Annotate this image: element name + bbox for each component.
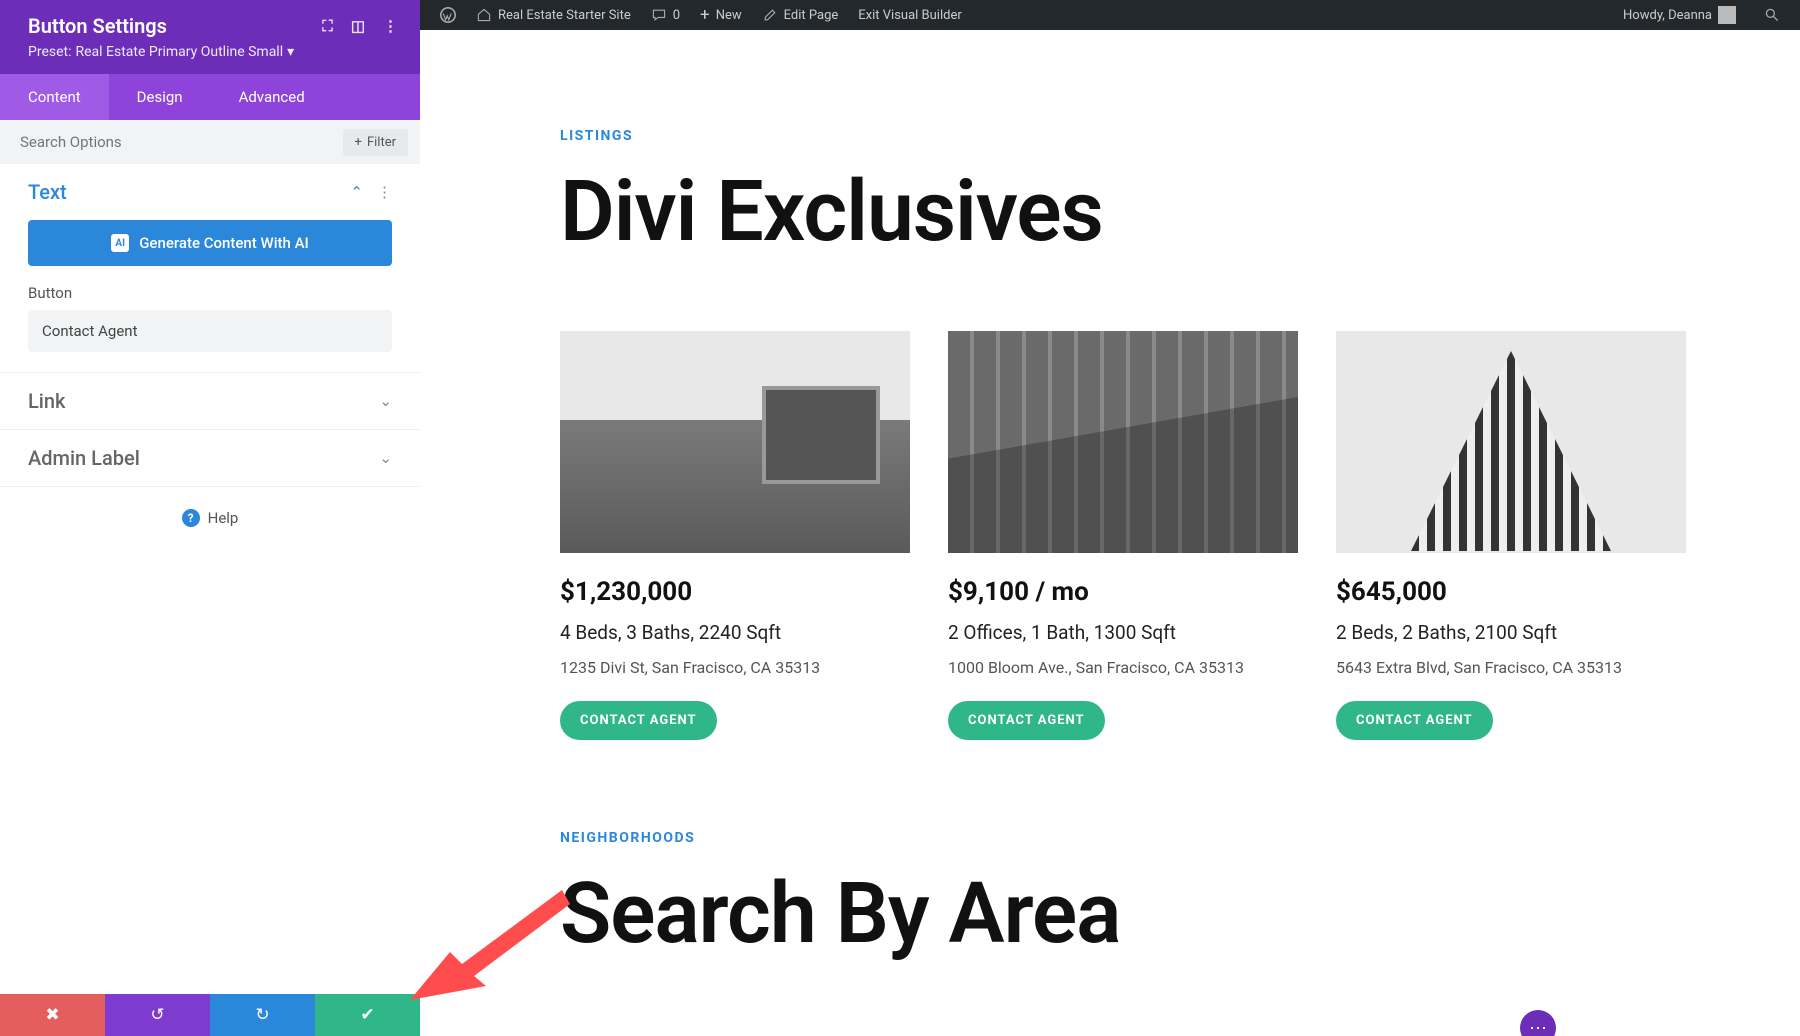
preset-name: Real Estate Primary Outline Small [76,44,284,60]
search-toggle[interactable] [1754,7,1790,23]
search-input[interactable] [12,133,343,151]
save-button[interactable]: ✔ [315,994,420,1036]
contact-agent-button[interactable]: CONTACT AGENT [1336,701,1493,740]
home-icon [476,7,492,23]
listing-card: $1,230,000 4 Beds, 3 Baths, 2240 Sqft 12… [560,331,910,740]
listings-eyebrow: LISTINGS [560,128,1800,144]
more-icon[interactable]: ⋮ [383,17,398,35]
exit-visual-builder[interactable]: Exit Visual Builder [848,8,971,23]
chevron-down-icon: ▾ [287,44,294,60]
site-link[interactable]: Real Estate Starter Site [466,7,641,23]
close-icon: ✖ [45,1005,59,1025]
howdy-text: Howdy, Deanna [1623,8,1712,23]
sidebar-footer: ✖ ↺ ↻ ✔ [0,994,420,1036]
edit-page[interactable]: Edit Page [752,7,849,23]
contact-agent-button[interactable]: CONTACT AGENT [560,701,717,740]
expand-icon[interactable]: ⛶ [322,17,333,35]
listing-address: 1000 Bloom Ave., San Fracisco, CA 35313 [948,658,1298,677]
tab-design[interactable]: Design [109,74,211,120]
listing-card: $9,100 / mo 2 Offices, 1 Bath, 1300 Sqft… [948,331,1298,740]
listing-image [948,331,1298,553]
listings-grid: $1,230,000 4 Beds, 3 Baths, 2240 Sqft 12… [560,331,1800,740]
redo-icon: ↻ [255,1005,269,1025]
comments-link[interactable]: 0 [641,7,690,23]
wordpress-icon [440,7,456,23]
filter-button[interactable]: + Filter [343,129,408,156]
new-content[interactable]: + New [690,5,752,25]
check-icon: ✔ [360,1005,374,1025]
wp-logo[interactable] [430,7,466,23]
layout-toggle-icon[interactable]: ◫ [351,17,365,35]
chevron-down-icon[interactable]: ⌄ [379,449,392,467]
listing-specs: 2 Offices, 1 Bath, 1300 Sqft [948,621,1298,644]
site-name: Real Estate Starter Site [498,8,631,23]
settings-sidebar: Button Settings ⛶ ◫ ⋮ Preset: Real Estat… [0,0,420,1036]
kebab-icon[interactable]: ⋮ [377,183,392,201]
sidebar-header: Button Settings ⛶ ◫ ⋮ Preset: Real Estat… [0,0,420,74]
listing-specs: 4 Beds, 3 Baths, 2240 Sqft [560,621,910,644]
avatar [1718,6,1736,24]
search-icon [1764,7,1780,23]
group-link-title: Link [28,389,65,413]
listings-heading: Divi Exclusives [560,162,1800,261]
listing-address: 1235 Divi St, San Fracisco, CA 35313 [560,658,910,677]
search-bar: + Filter [0,120,420,164]
help-label: Help [208,509,239,527]
wp-admin-bar: Real Estate Starter Site 0 + New Edit Pag… [420,0,1800,30]
listing-card: $645,000 2 Beds, 2 Baths, 2100 Sqft 5643… [1336,331,1686,740]
comment-icon [651,7,667,23]
plus-icon: + [700,5,710,25]
sidebar-tabs: Content Design Advanced [0,74,420,120]
page-canvas: LISTINGS Divi Exclusives $1,230,000 4 Be… [420,30,1800,1036]
listing-price: $1,230,000 [560,577,910,607]
help-link[interactable]: ? Help [0,487,420,549]
ai-badge-icon: AI [111,234,129,252]
new-label: New [716,8,742,23]
help-icon: ? [182,509,200,527]
edit-page-label: Edit Page [784,8,839,23]
account-menu[interactable]: Howdy, Deanna [1613,6,1746,24]
tab-advanced[interactable]: Advanced [211,74,333,120]
tab-content[interactable]: Content [0,74,109,120]
redo-button[interactable]: ↻ [210,994,315,1036]
group-text-header[interactable]: Text ⌃ ⋮ [0,164,420,220]
cancel-button[interactable]: ✖ [0,994,105,1036]
group-text-title: Text [28,180,67,204]
neighborhoods-heading: Search By Area [560,864,1800,963]
preset-prefix: Preset: [28,44,72,60]
listing-address: 5643 Extra Blvd, San Fracisco, CA 35313 [1336,658,1686,677]
contact-agent-button[interactable]: CONTACT AGENT [948,701,1105,740]
group-admin-label-header[interactable]: Admin Label ⌄ [0,430,420,486]
group-admin-label-title: Admin Label [28,446,140,470]
ai-button-label: Generate Content With AI [139,234,309,252]
listing-price: $645,000 [1336,577,1686,607]
filter-label: Filter [367,135,396,150]
ellipsis-icon: ⋯ [1529,1018,1547,1036]
pencil-icon [762,7,778,23]
undo-icon: ↺ [150,1005,164,1025]
plus-icon: + [355,135,362,150]
undo-button[interactable]: ↺ [105,994,210,1036]
group-text: Text ⌃ ⋮ AI Generate Content With AI Butt… [0,164,420,373]
comments-count: 0 [673,8,680,23]
exit-vb-label: Exit Visual Builder [858,8,961,23]
listing-price: $9,100 / mo [948,577,1298,607]
chevron-up-icon[interactable]: ⌃ [350,183,363,201]
button-field-label: Button [28,284,392,302]
builder-fab[interactable]: ⋯ [1520,1010,1556,1036]
listing-image [1336,331,1686,553]
group-link-header[interactable]: Link ⌄ [0,373,420,429]
group-admin-label: Admin Label ⌄ [0,430,420,487]
preset-selector[interactable]: Preset: Real Estate Primary Outline Smal… [28,44,398,60]
neighborhoods-eyebrow: NEIGHBORHOODS [560,830,1800,846]
button-text-input[interactable] [28,310,392,352]
group-link: Link ⌄ [0,373,420,430]
chevron-down-icon[interactable]: ⌄ [379,392,392,410]
listing-image [560,331,910,553]
sidebar-title: Button Settings [28,14,167,38]
generate-ai-button[interactable]: AI Generate Content With AI [28,220,392,266]
listing-specs: 2 Beds, 2 Baths, 2100 Sqft [1336,621,1686,644]
